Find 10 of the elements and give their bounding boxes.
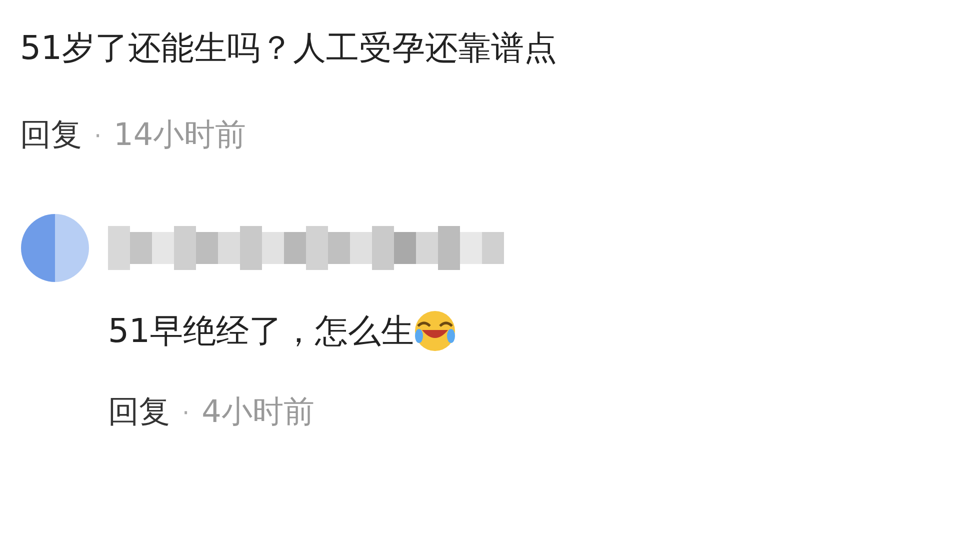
reply-link[interactable]: 回复: [20, 120, 82, 151]
timestamp: 14小时前: [114, 120, 246, 151]
separator: ·: [94, 124, 102, 148]
laughing-emoji-icon: [414, 310, 456, 352]
timestamp: 4小时前: [202, 397, 314, 428]
comment-text: 51岁了还能生吗？人工受孕还靠谱点: [20, 27, 558, 69]
reply-link[interactable]: 回复: [108, 397, 170, 428]
separator: ·: [182, 400, 190, 424]
reply-text: 51早绝经了，怎么生: [108, 310, 414, 352]
avatar: [20, 213, 90, 283]
